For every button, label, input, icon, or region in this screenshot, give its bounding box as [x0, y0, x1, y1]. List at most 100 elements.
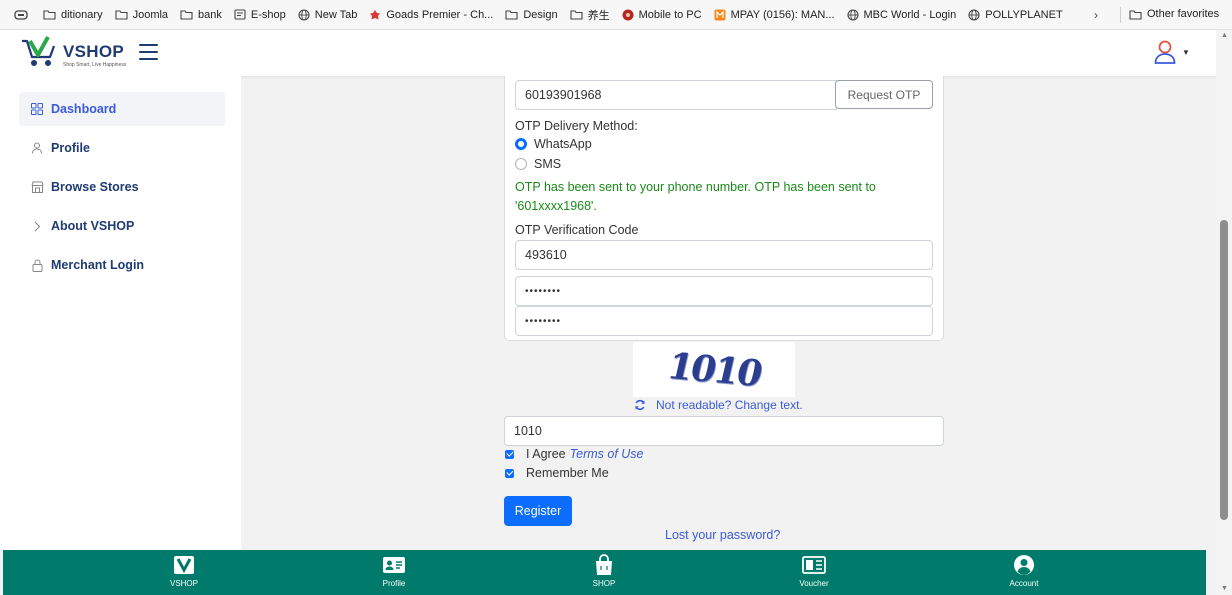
globe-icon — [298, 8, 310, 21]
bookmark-bank[interactable]: bank — [180, 9, 222, 21]
vshop-logo[interactable]: VSHOP Shop Smart, Live Happiness — [20, 35, 126, 69]
request-otp-button[interactable]: Request OTP — [835, 80, 933, 109]
bottom-nav-profile[interactable]: Profile — [354, 554, 434, 588]
agree-terms-checkbox[interactable] — [505, 449, 514, 459]
bottom-nav-label: SHOP — [592, 579, 616, 588]
sidebar-item-label: Browse Stores — [51, 180, 139, 194]
bottom-nav-label: VSHOP — [169, 579, 198, 588]
bookmarks-divider — [1120, 7, 1121, 23]
logo-title: VSHOP — [63, 42, 125, 61]
otp-code-label: OTP Verification Code — [515, 223, 639, 237]
sms-radio[interactable] — [515, 158, 527, 170]
remember-me-row: Remember Me — [505, 466, 609, 480]
password-input[interactable]: •••••••• — [515, 276, 933, 306]
sidebar-item-dashboard[interactable]: Dashboard — [19, 92, 225, 126]
bookmark-mpay[interactable]: MPAY (0156): MAN... — [714, 9, 835, 21]
bookmark-label: ditionary — [61, 8, 103, 21]
globe-icon — [846, 8, 859, 21]
bottom-nav-account[interactable]: Account — [984, 554, 1064, 588]
scroll-down-arrow-icon[interactable]: ▼ — [1221, 585, 1228, 592]
folder-icon — [115, 10, 128, 20]
captcha-input[interactable]: 1010 — [504, 416, 944, 446]
bookmark-goads-premier[interactable]: Goads Premier - Ch... — [369, 9, 493, 21]
user-icon — [30, 142, 44, 154]
bookmark-label: Mobile to PC — [638, 8, 702, 21]
radio-label: SMS — [534, 157, 562, 171]
remember-me-label: Remember Me — [526, 466, 609, 480]
sidebar-item-label: Dashboard — [51, 102, 117, 116]
register-button[interactable]: Register — [504, 496, 572, 526]
bookmark-label: Other favorites — [1147, 8, 1220, 20]
captcha-refresh-label: Not readable? Change text. — [656, 398, 803, 412]
otp-code-input[interactable]: 493610 — [515, 240, 933, 270]
phone-number-input[interactable]: 60193901968 — [515, 80, 837, 110]
bookmark-label: MBC World - Login — [863, 8, 957, 21]
bookmark-label: Design — [523, 8, 558, 21]
terms-of-use-link[interactable]: Terms of Use — [570, 447, 644, 461]
confirm-password-input[interactable]: •••••••• — [515, 306, 933, 336]
bookmark-joomla[interactable]: Joomla — [115, 9, 168, 21]
sidebar-item-label: Merchant Login — [51, 258, 145, 272]
bookmark-ditionary[interactable]: ditionary — [43, 9, 103, 21]
bookmark-label: Goads Premier - Ch... — [386, 8, 494, 21]
sidebar-item-label: About VSHOP — [51, 219, 135, 233]
whatsapp-radio[interactable] — [515, 138, 527, 150]
logo-subtitle: Shop Smart, Live Happiness — [63, 62, 127, 68]
confirm-password-value: •••••••• — [525, 315, 562, 327]
grid-icon — [30, 103, 44, 115]
folder-icon — [570, 10, 583, 20]
globe-icon — [968, 8, 980, 21]
bottom-nav-label: Account — [1009, 579, 1039, 588]
otp-method-sms[interactable]: SMS — [515, 157, 561, 171]
bottom-nav-voucher[interactable]: Voucher — [774, 554, 854, 588]
account-dropdown[interactable]: ▼ — [1154, 40, 1190, 64]
bookmark-mbc-world[interactable]: MBC World - Login — [846, 8, 957, 21]
menu-toggle-hamburger-icon[interactable] — [139, 44, 158, 60]
folder-icon — [43, 10, 56, 20]
lost-password-link[interactable]: Lost your password? — [665, 528, 780, 542]
bookmark-health[interactable]: 养生 — [570, 7, 610, 23]
bookmark-label: bank — [198, 8, 222, 21]
sidebar-item-about-vshop[interactable]: About VSHOP — [19, 209, 225, 243]
bookmark-label: New Tab — [314, 8, 358, 21]
scroll-up-arrow-icon[interactable]: ▲ — [1221, 32, 1228, 39]
bookmark-design[interactable]: Design — [505, 8, 558, 21]
sidebar-item-profile[interactable]: Profile — [19, 131, 225, 165]
otp-method-whatsapp[interactable]: WhatsApp — [515, 137, 592, 151]
radio-label: WhatsApp — [534, 137, 592, 151]
bookmark-label: POLLYPLANET — [985, 8, 1063, 21]
bottom-nav-label: Profile — [382, 579, 406, 588]
bookmark-pollyplanet[interactable]: POLLYPLANET — [968, 8, 1063, 21]
remember-me-checkbox[interactable] — [505, 468, 514, 478]
scrollbar-thumb[interactable] — [1220, 220, 1228, 520]
captcha-text: 1010 — [663, 344, 765, 395]
folder-icon — [1129, 9, 1142, 20]
captcha-refresh-link[interactable]: Not readable? Change text. — [634, 398, 803, 412]
id-card-icon — [382, 554, 406, 576]
logo-text: VSHOP Shop Smart, Live Happiness — [63, 42, 127, 69]
phone-number-value: 60193901968 — [525, 88, 602, 102]
caret-down-icon: ▼ — [1182, 47, 1190, 57]
bookmark-mobile-to-pc[interactable]: Mobile to PC — [622, 9, 702, 21]
goads-icon — [370, 9, 381, 19]
vshop-logo-icon — [173, 554, 195, 576]
more-bookmarks-chevron-icon[interactable]: › — [1094, 8, 1098, 22]
bookmark-e-shop[interactable]: E-shop — [234, 9, 286, 21]
sidebar-item-browse-stores[interactable]: Browse Stores — [19, 170, 225, 204]
tab-actions-icon[interactable] — [11, 8, 31, 22]
store-icon — [30, 181, 44, 193]
otp-success-message: OTP has been sent to your phone number. … — [515, 180, 876, 213]
sidebar-item-merchant-login[interactable]: Merchant Login — [19, 248, 225, 282]
bottom-nav-shop[interactable]: SHOP — [564, 554, 644, 588]
agree-terms-label: I Agree Terms of Use — [526, 447, 644, 461]
folder-icon — [180, 10, 193, 20]
bookmark-other-favorites[interactable]: Other favorites — [1129, 8, 1219, 20]
captcha-image: 1010 — [633, 342, 795, 397]
page-scrollbar[interactable]: ▲ ▼ — [1216, 30, 1232, 595]
refresh-icon — [635, 399, 645, 411]
bottom-navigation: VSHOP Profile SHOP Voucher Account — [3, 550, 1206, 595]
bookmark-new-tab[interactable]: New Tab — [298, 8, 358, 21]
account-circle-icon — [1013, 554, 1035, 576]
site-header: VSHOP Shop Smart, Live Happiness ▼ — [0, 30, 1216, 76]
bottom-nav-vshop[interactable]: VSHOP — [144, 554, 224, 588]
